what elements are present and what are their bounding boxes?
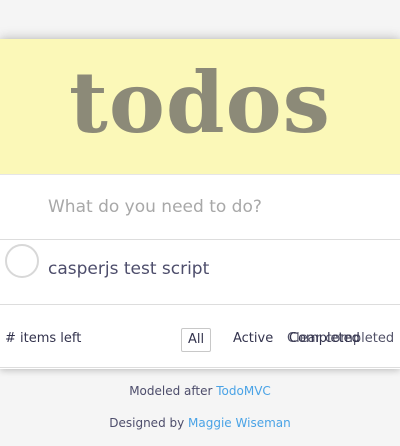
info-modeled-after: Modeled after TodoMVC (0, 384, 400, 398)
app-header: todos (0, 39, 400, 175)
todomvc-link[interactable]: TodoMVC (216, 384, 271, 398)
designer-link[interactable]: Maggie Wiseman (188, 416, 291, 430)
todo-toggle-checkbox[interactable] (5, 244, 39, 278)
filter-active-button[interactable]: Active (227, 328, 279, 352)
todo-label[interactable]: casperjs test script (48, 259, 209, 279)
clear-completed-button[interactable]: Clear completed (287, 331, 394, 346)
todo-app: todos casperjs test script # items left … (0, 39, 400, 369)
filter-all-button[interactable]: All (181, 328, 212, 352)
designed-by-text: Designed by (109, 416, 189, 430)
new-todo-input[interactable] (0, 175, 400, 240)
app-title: todos (69, 53, 331, 152)
todo-footer: # items left All Active Completed Clear … (0, 306, 400, 368)
todo-item[interactable]: casperjs test script (0, 241, 400, 305)
modeled-after-text: Modeled after (129, 384, 217, 398)
info-designed-by: Designed by Maggie Wiseman (0, 416, 400, 430)
items-left-count: # items left (5, 331, 82, 346)
